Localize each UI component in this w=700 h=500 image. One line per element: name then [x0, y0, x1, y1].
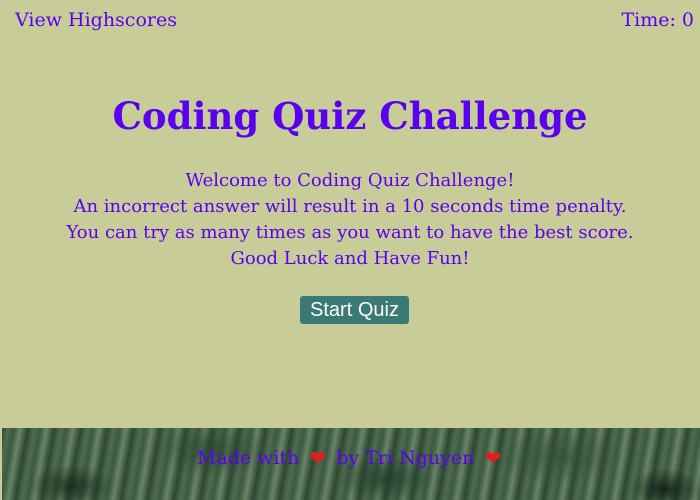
footer-made-with: Made with: [196, 447, 300, 469]
heart-icon: ❤: [309, 446, 327, 470]
intro-line: Welcome to Coding Quiz Challenge!: [185, 170, 515, 191]
footer: Made with ❤ by Tri Nguyen ❤: [2, 428, 700, 500]
intro-line: You can try as many times as you want to…: [66, 222, 634, 243]
heart-icon: ❤: [484, 446, 502, 470]
footer-author: by Tri Nguyen: [336, 447, 475, 469]
intro-line: An incorrect answer will result in a 10 …: [73, 196, 627, 217]
top-bar: View Highscores Time: 0: [0, 0, 700, 44]
timer-display: Time: 0: [621, 9, 694, 31]
intro-text: Welcome to Coding Quiz Challenge! An inc…: [0, 168, 700, 272]
start-quiz-button[interactable]: Start Quiz: [300, 296, 409, 324]
intro-line: Good Luck and Have Fun!: [230, 248, 470, 269]
page-title: Coding Quiz Challenge: [112, 94, 588, 138]
view-highscores-link[interactable]: View Highscores: [15, 9, 177, 31]
footer-credit: Made with ❤ by Tri Nguyen ❤: [2, 446, 700, 470]
start-screen: Coding Quiz Challenge Welcome to Coding …: [0, 88, 700, 272]
